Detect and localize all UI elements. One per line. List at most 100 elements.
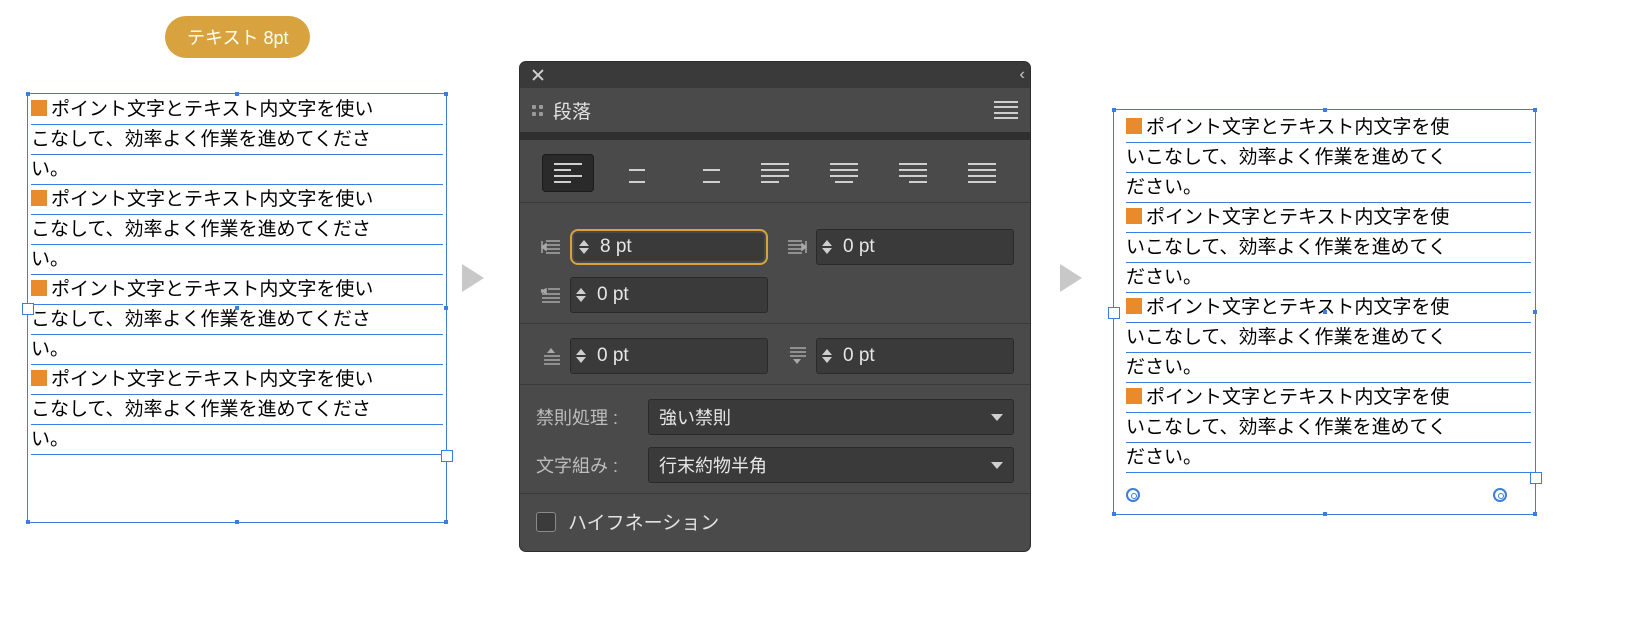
- collapse-chevrons-icon[interactable]: ‹‹: [1019, 66, 1020, 84]
- alignment-section: [520, 140, 1030, 202]
- panel-title: 段落: [553, 97, 591, 124]
- left-indent-field[interactable]: 8 pt: [570, 229, 768, 265]
- justify-last-left-icon: [761, 163, 789, 183]
- text-line: こなして、効率よく作業を進めてくださ: [31, 215, 443, 245]
- mojikumi-select[interactable]: 行末約物半角: [648, 447, 1014, 483]
- text-line: ポイント文字とテキスト内文字を使: [1126, 383, 1531, 413]
- hyphenation-label: ハイフネーション: [568, 508, 719, 535]
- first-line-indent-field[interactable]: 0 pt: [570, 277, 768, 313]
- stepper-icon[interactable]: [817, 349, 837, 363]
- text-line: ポイント文字とテキスト内文字を使い: [31, 95, 443, 125]
- text-line: ポイント文字とテキスト内文字を使: [1126, 203, 1531, 233]
- panel-titlebar[interactable]: ‹‹: [520, 62, 1030, 88]
- text-line: こなして、効率よく作業を進めてくださ: [31, 125, 443, 155]
- text-line: ださい。: [1126, 353, 1531, 383]
- align-right-icon: [692, 163, 720, 183]
- bullet-icon: [1126, 298, 1142, 314]
- first-line-indent-icon: [536, 286, 566, 304]
- thread-port-icon[interactable]: [1493, 488, 1507, 502]
- text-line: いこなして、効率よく作業を進めてく: [1126, 323, 1531, 353]
- text-frame-before[interactable]: ポイント文字とテキスト内文字を使いこなして、効率よく作業を進めてください。ポイン…: [27, 93, 447, 523]
- align-left-button[interactable]: [542, 154, 594, 192]
- panel-menu-icon[interactable]: [994, 101, 1018, 119]
- close-icon[interactable]: [530, 67, 546, 83]
- bullet-icon: [1126, 388, 1142, 404]
- stepper-icon[interactable]: [817, 240, 837, 254]
- selection-dot[interactable]: [1533, 512, 1537, 516]
- selection-dot[interactable]: [1112, 108, 1116, 112]
- panel-tab-strip: [520, 132, 1030, 140]
- selection-dot[interactable]: [1112, 512, 1116, 516]
- selection-center-dot[interactable]: [235, 306, 239, 310]
- paragraph-panel: ‹‹ 段落: [520, 62, 1030, 551]
- text-line: ポイント文字とテキスト内文字を使い: [31, 365, 443, 395]
- text-line: いこなして、効率よく作業を進めてく: [1126, 233, 1531, 263]
- space-after-field[interactable]: 0 pt: [816, 338, 1014, 374]
- justify-last-right-button[interactable]: [887, 154, 939, 192]
- bullet-icon: [31, 190, 47, 206]
- kinsoku-label: 禁則処理 :: [536, 404, 636, 430]
- stepper-icon[interactable]: [571, 288, 591, 302]
- selection-dot[interactable]: [1323, 512, 1327, 516]
- right-indent-field[interactable]: 0 pt: [816, 229, 1014, 265]
- text-line: いこなして、効率よく作業を進めてく: [1126, 143, 1531, 173]
- space-after-value[interactable]: 0 pt: [837, 345, 1013, 367]
- selection-dot[interactable]: [1533, 310, 1537, 314]
- justify-last-left-button[interactable]: [749, 154, 801, 192]
- bullet-icon: [1126, 208, 1142, 224]
- text-line: い。: [31, 335, 443, 365]
- kinsoku-select[interactable]: 強い禁則: [648, 399, 1014, 435]
- justify-last-center-button[interactable]: [818, 154, 870, 192]
- selection-dot[interactable]: [1533, 108, 1537, 112]
- space-before-value[interactable]: 0 pt: [591, 345, 767, 367]
- justify-full-button[interactable]: [956, 154, 1008, 192]
- out-port[interactable]: [1530, 472, 1542, 484]
- text-line: ださい。: [1126, 443, 1531, 473]
- text-line: ださい。: [1126, 173, 1531, 203]
- bullet-icon: [31, 280, 47, 296]
- text-line: ポイント文字とテキスト内文字を使い: [31, 275, 443, 305]
- space-before-icon: [536, 346, 566, 366]
- justify-last-right-icon: [899, 163, 927, 183]
- kinsoku-value: 強い禁則: [659, 404, 731, 430]
- selection-dot[interactable]: [26, 92, 30, 96]
- space-before-field[interactable]: 0 pt: [570, 338, 768, 374]
- kinsoku-section: 禁則処理 : 強い禁則 文字組み : 行末約物半角: [520, 384, 1030, 493]
- text-content: ポイント文字とテキスト内文字を使いこなして、効率よく作業を進めてください。ポイン…: [1114, 110, 1535, 473]
- out-port[interactable]: [441, 450, 453, 462]
- chevron-down-icon: [991, 462, 1003, 469]
- in-port[interactable]: [22, 303, 34, 315]
- arrow-right-icon: [1060, 264, 1082, 292]
- selection-dot[interactable]: [26, 520, 30, 524]
- hyphenation-checkbox[interactable]: [536, 512, 556, 532]
- stepper-icon[interactable]: [574, 240, 594, 254]
- right-indent-value[interactable]: 0 pt: [837, 236, 1013, 258]
- indent-section: 8 pt 0 pt 0 pt: [520, 202, 1030, 323]
- right-indent-icon: [782, 238, 812, 256]
- selection-dot[interactable]: [444, 92, 448, 96]
- selection-dot[interactable]: [444, 520, 448, 524]
- panel-grip-icon[interactable]: [532, 105, 543, 116]
- stepper-icon[interactable]: [571, 349, 591, 363]
- selection-center-dot[interactable]: [1323, 310, 1327, 314]
- align-right-button[interactable]: [680, 154, 732, 192]
- selection-dot[interactable]: [444, 306, 448, 310]
- selection-dot[interactable]: [1323, 108, 1327, 112]
- chevron-down-icon: [991, 414, 1003, 421]
- bullet-icon: [1126, 118, 1142, 134]
- align-center-button[interactable]: [611, 154, 663, 192]
- thread-port-icon[interactable]: [1126, 488, 1140, 502]
- mojikumi-value: 行末約物半角: [659, 452, 767, 478]
- space-after-icon: [782, 346, 812, 366]
- bullet-icon: [31, 100, 47, 116]
- text-frame-after[interactable]: ポイント文字とテキスト内文字を使いこなして、効率よく作業を進めてください。ポイン…: [1113, 109, 1536, 515]
- left-indent-value[interactable]: 8 pt: [594, 236, 764, 258]
- first-line-indent-value[interactable]: 0 pt: [591, 284, 767, 306]
- in-port[interactable]: [1108, 307, 1120, 319]
- align-left-icon: [554, 163, 582, 183]
- text-line: ださい。: [1126, 263, 1531, 293]
- selection-dot[interactable]: [235, 520, 239, 524]
- text-line: ポイント文字とテキスト内文字を使い: [31, 185, 443, 215]
- text-line: こなして、効率よく作業を進めてくださ: [31, 395, 443, 425]
- selection-dot[interactable]: [235, 92, 239, 96]
